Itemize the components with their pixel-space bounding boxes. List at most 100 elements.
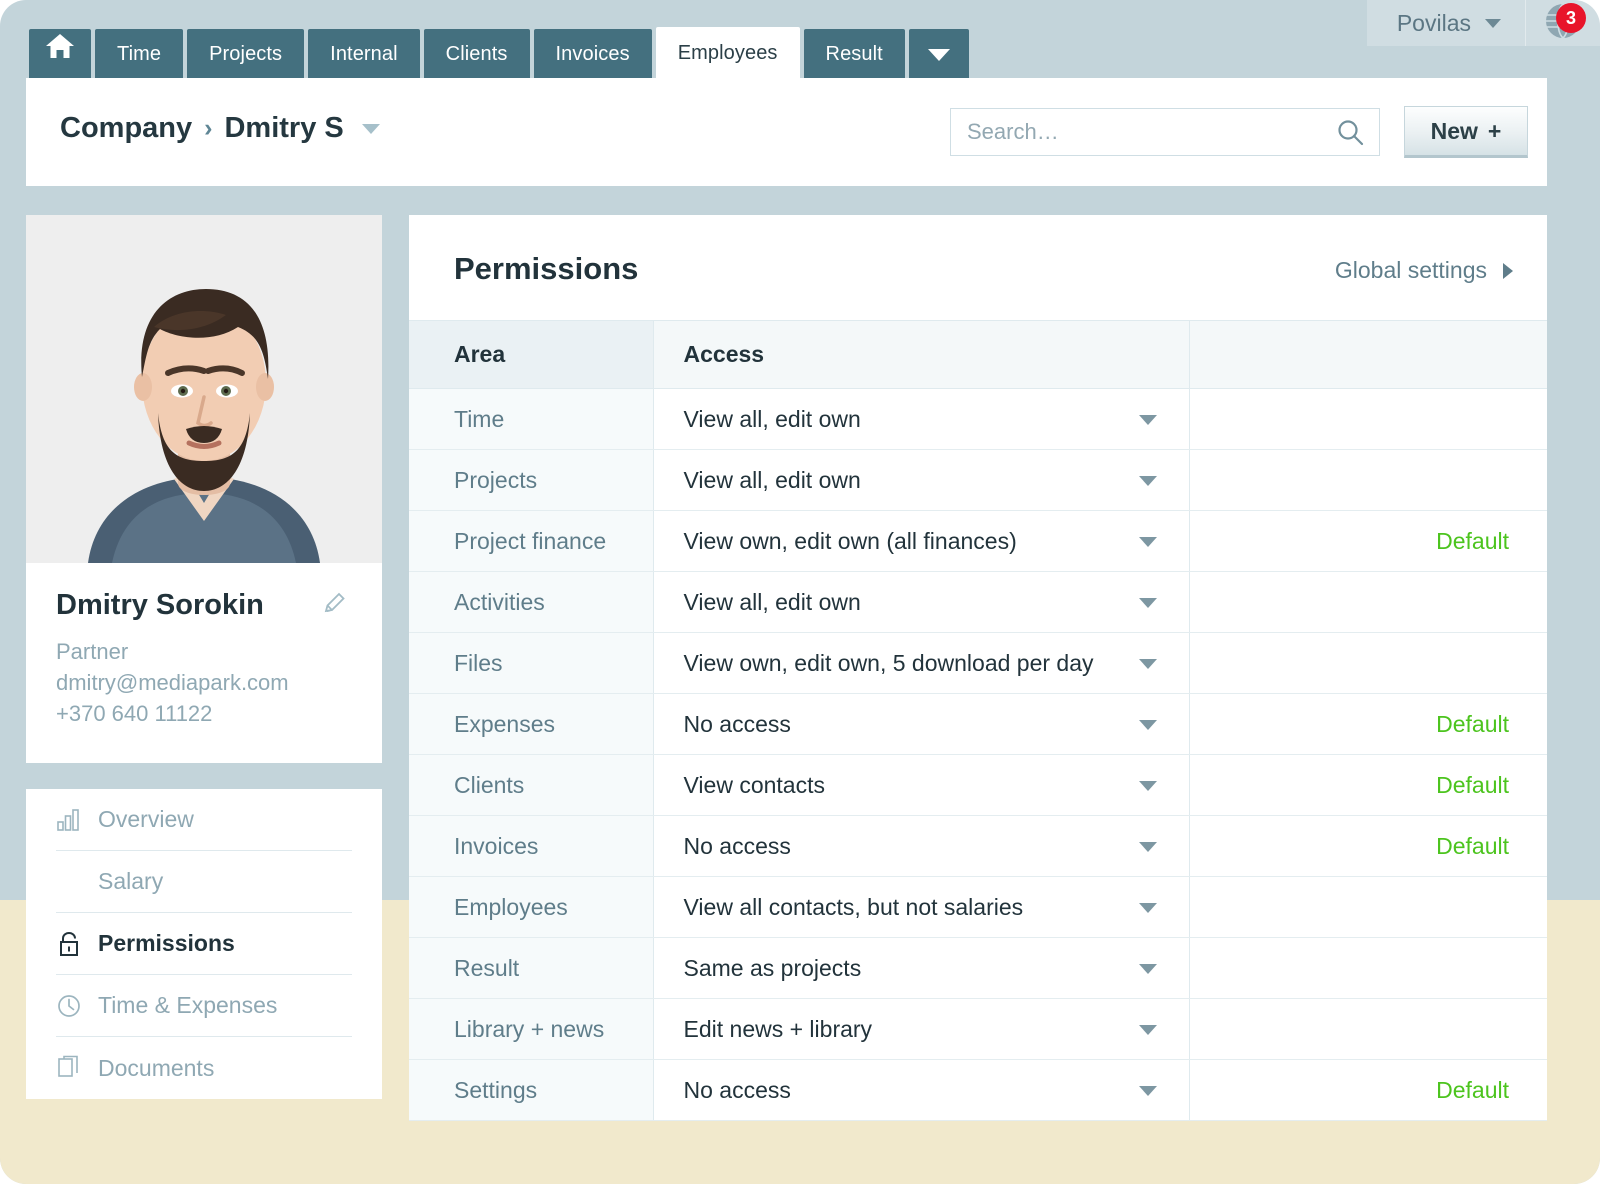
user-name-label: Povilas [1397, 10, 1471, 37]
notifications-avatar-button[interactable]: 3 [1526, 0, 1600, 46]
column-header-access: Access [653, 321, 1189, 389]
tab-projects[interactable]: Projects [187, 29, 304, 80]
sidebar-item-permissions[interactable]: Permissions [56, 913, 352, 975]
chevron-down-icon[interactable] [362, 124, 380, 134]
top-navigation-bar: Time Projects Internal Clients Invoices … [0, 0, 1600, 78]
row-access-dropdown[interactable]: View all, edit own [653, 389, 1189, 450]
main-tabs: Time Projects Internal Clients Invoices … [29, 27, 969, 80]
tab-result[interactable]: Result [804, 29, 905, 80]
row-access-dropdown[interactable]: View own, edit own (all finances) [653, 511, 1189, 572]
row-access-dropdown[interactable]: View all, edit own [653, 572, 1189, 633]
tab-clients[interactable]: Clients [424, 29, 530, 80]
row-area-label: Time [409, 389, 653, 450]
table-row: Result Same as projects [409, 938, 1547, 999]
tab-time[interactable]: Time [95, 29, 183, 80]
tab-invoices[interactable]: Invoices [534, 29, 652, 80]
search-icon[interactable] [1335, 117, 1379, 147]
tab-home[interactable] [29, 29, 91, 80]
row-area-label: Project finance [409, 511, 653, 572]
row-access-dropdown[interactable]: View contacts [653, 755, 1189, 816]
breadcrumb-current-page[interactable]: Dmitry S [224, 112, 343, 145]
table-row: Expenses No access Default [409, 694, 1547, 755]
chevron-down-icon [1485, 19, 1501, 28]
page-header-bar: Company › Dmitry S New + [26, 78, 1547, 186]
table-row: Library + news Edit news + library [409, 999, 1547, 1060]
tab-internal[interactable]: Internal [308, 29, 420, 80]
column-header-flag [1189, 321, 1547, 389]
row-access-dropdown[interactable]: Edit news + library [653, 999, 1189, 1060]
row-access-value: View all, edit own [684, 467, 861, 493]
row-access-dropdown[interactable]: View all, edit own [653, 450, 1189, 511]
column-header-area: Area [409, 321, 653, 389]
profile-name: Dmitry Sorokin [56, 589, 352, 622]
new-button-label: New [1431, 118, 1478, 145]
row-access-dropdown[interactable]: Same as projects [653, 938, 1189, 999]
tab-label: Employees [678, 42, 778, 64]
new-button[interactable]: New + [1404, 106, 1528, 158]
global-settings-link[interactable]: Global settings [1335, 257, 1513, 284]
chevron-right-icon [1503, 263, 1513, 279]
tab-label: Clients [446, 43, 508, 65]
row-area-label: Invoices [409, 816, 653, 877]
left-sidebar: Dmitry Sorokin Partner dmitry@mediapark.… [26, 215, 382, 1099]
table-row: Employees View all contacts, but not sal… [409, 877, 1547, 938]
row-area-label: Expenses [409, 694, 653, 755]
row-default-flag [1189, 572, 1547, 633]
profile-nav-menu: Overview Salary Permissions [26, 789, 382, 1099]
chevron-down-icon [1139, 598, 1157, 608]
table-row: Activities View all, edit own [409, 572, 1547, 633]
row-access-dropdown[interactable]: No access [653, 1060, 1189, 1121]
row-default-flag: Default [1189, 755, 1547, 816]
sidebar-item-overview[interactable]: Overview [56, 789, 352, 851]
row-area-label: Employees [409, 877, 653, 938]
sidebar-item-salary[interactable]: Salary [56, 851, 352, 913]
breadcrumb-separator-icon: › [204, 114, 212, 143]
row-access-value: No access [684, 1077, 791, 1103]
profile-email[interactable]: dmitry@mediapark.com [56, 667, 352, 698]
sidebar-item-time-expenses[interactable]: Time & Expenses [56, 975, 352, 1037]
chevron-down-icon [1139, 1086, 1157, 1096]
clock-icon [56, 994, 82, 1018]
chevron-down-icon [1139, 842, 1157, 852]
table-row: Clients View contacts Default [409, 755, 1547, 816]
tab-label: Time [117, 43, 161, 65]
tab-label: Result [826, 43, 883, 65]
profile-phone[interactable]: +370 640 11122 [56, 698, 352, 729]
row-access-value: View own, edit own (all finances) [684, 528, 1017, 554]
pencil-icon[interactable] [322, 591, 348, 622]
tab-employees[interactable]: Employees [656, 27, 800, 80]
row-access-dropdown[interactable]: View all contacts, but not salaries [653, 877, 1189, 938]
row-access-dropdown[interactable]: No access [653, 816, 1189, 877]
sidebar-item-label: Time & Expenses [98, 992, 277, 1019]
chevron-down-icon [1139, 1025, 1157, 1035]
permissions-panel: Permissions Global settings Area Access … [409, 215, 1547, 1121]
permissions-table: Area Access Time View all, edit own Proj… [409, 320, 1547, 1121]
breadcrumb-company-link[interactable]: Company [60, 112, 192, 145]
row-access-dropdown[interactable]: No access [653, 694, 1189, 755]
row-area-label: Library + news [409, 999, 653, 1060]
panel-header: Permissions Global settings [409, 215, 1547, 320]
profile-card: Dmitry Sorokin Partner dmitry@mediapark.… [26, 215, 382, 763]
sidebar-item-documents[interactable]: Documents [56, 1037, 352, 1099]
row-access-value: View contacts [684, 772, 825, 798]
row-default-flag: Default [1189, 1060, 1547, 1121]
chevron-down-icon [1139, 781, 1157, 791]
page-title: Permissions [454, 251, 638, 287]
row-access-value: Same as projects [684, 955, 862, 981]
tab-label: Projects [209, 43, 282, 65]
table-row: Settings No access Default [409, 1060, 1547, 1121]
row-default-flag [1189, 877, 1547, 938]
user-menu[interactable]: Povilas [1367, 0, 1526, 46]
tab-more-dropdown[interactable] [909, 29, 969, 80]
chevron-down-icon [1139, 964, 1157, 974]
table-row: Time View all, edit own [409, 389, 1547, 450]
search-input[interactable] [951, 119, 1335, 145]
row-default-flag [1189, 450, 1547, 511]
row-access-dropdown[interactable]: View own, edit own, 5 download per day [653, 633, 1189, 694]
documents-icon [56, 1055, 82, 1081]
app-window: Time Projects Internal Clients Invoices … [0, 0, 1600, 1184]
permissions-table-body: Time View all, edit own Projects View al… [409, 389, 1547, 1121]
table-row: Project finance View own, edit own (all … [409, 511, 1547, 572]
row-area-label: Settings [409, 1060, 653, 1121]
row-default-flag [1189, 999, 1547, 1060]
